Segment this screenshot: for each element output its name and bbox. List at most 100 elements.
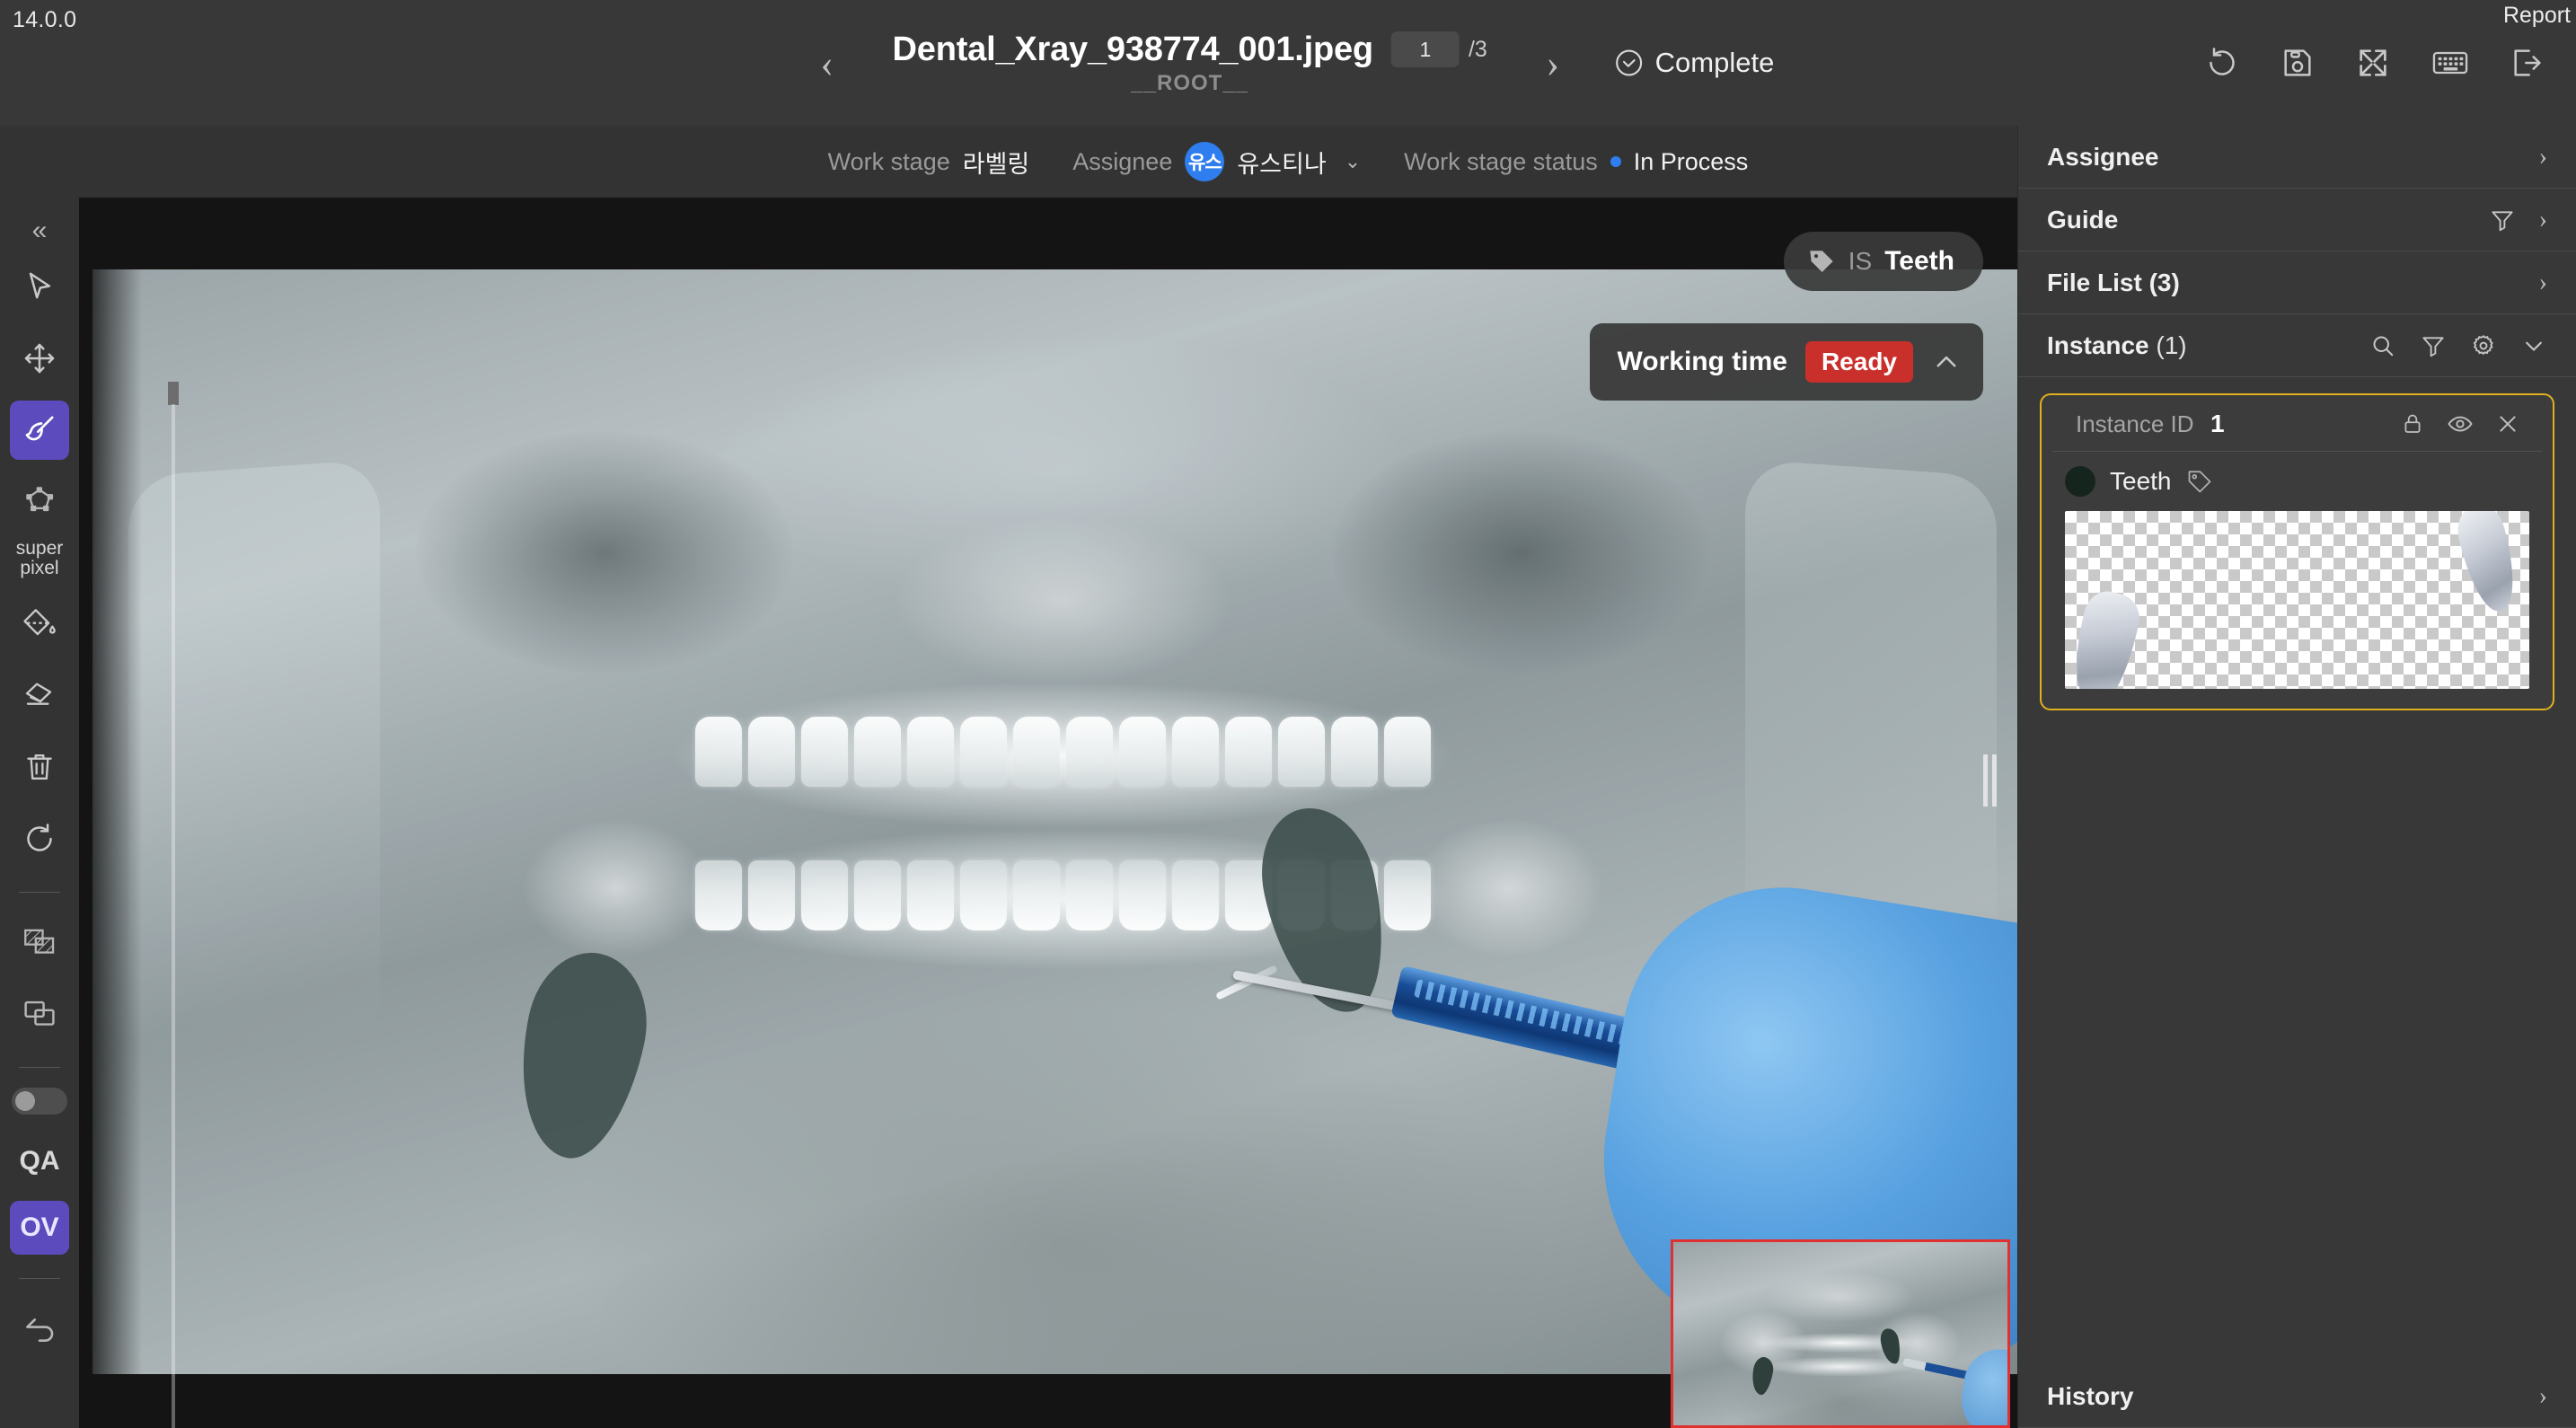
assignee-group[interactable]: Assignee 유스 유스티나 ⌄ xyxy=(1072,142,1361,181)
minimap[interactable] xyxy=(1671,1239,2010,1428)
sidebar-section-guide-icons: › xyxy=(2489,206,2547,234)
working-time-badge[interactable]: Ready xyxy=(1804,341,1913,383)
sidebar-section-history-icons: › xyxy=(2539,1382,2547,1411)
sidebar-section-assignee-icons: › xyxy=(2539,143,2547,172)
check-circle-icon xyxy=(1614,48,1645,78)
guide-line[interactable] xyxy=(172,404,175,1428)
qa-mode-button[interactable]: QA xyxy=(10,1134,69,1188)
ov-mode-button[interactable]: OV xyxy=(10,1200,69,1255)
header-center: ‹ Dental_Xray_938774_001.jpeg 1 /3 __ROO… xyxy=(802,0,1775,126)
lock-icon[interactable] xyxy=(2400,411,2425,436)
instance-class-row: Teeth xyxy=(2042,452,2553,509)
toolbar-divider-3 xyxy=(19,1277,60,1279)
collapse-toolbar-button[interactable]: « xyxy=(10,210,69,251)
working-time-widget[interactable]: Working time Ready xyxy=(1590,323,1983,401)
filter-icon[interactable] xyxy=(2420,332,2447,359)
tag-icon xyxy=(1807,247,1836,276)
class-pill-name: Teeth xyxy=(1884,246,1954,276)
work-stage-label: Work stage xyxy=(827,147,950,175)
mask-overlay-tool-button[interactable] xyxy=(10,912,69,972)
chevron-right-icon[interactable]: › xyxy=(2539,1382,2547,1411)
sidebar-section-guide-label: Guide xyxy=(2047,205,2119,234)
avatar: 유스 xyxy=(1185,142,1225,181)
search-icon[interactable] xyxy=(2369,332,2396,359)
assignee-name: 유스티나 xyxy=(1237,150,1327,178)
image-canvas[interactable]: IS Teeth Working time Ready xyxy=(79,198,2017,1428)
fill-tool-button[interactable] xyxy=(10,594,69,653)
sidebar-section-instance-icons xyxy=(2369,332,2547,359)
superpixel-tool-button[interactable] xyxy=(10,472,69,532)
move-tool-button[interactable] xyxy=(10,329,69,388)
superpixel-label-line1: super xyxy=(15,538,64,559)
instance-id-block: Instance ID 1 xyxy=(2076,410,2225,438)
sidebar-section-history[interactable]: History › xyxy=(2018,1365,2576,1428)
canvas-resize-handle[interactable] xyxy=(1983,754,2003,807)
fullscreen-icon[interactable] xyxy=(2355,45,2391,81)
instance-card-header: Instance ID 1 xyxy=(2052,395,2542,452)
class-pill[interactable]: IS Teeth xyxy=(1783,232,1983,291)
instance-card[interactable]: Instance ID 1 Teeth xyxy=(2040,393,2554,710)
superpixel-tool-label[interactable]: super pixel xyxy=(15,538,64,579)
sidebar-section-file-list[interactable]: File List (3) › xyxy=(2018,251,2576,314)
sidebar-section-assignee[interactable]: Assignee › xyxy=(2018,126,2576,189)
visibility-toggle[interactable] xyxy=(12,1087,67,1115)
tag-icon[interactable] xyxy=(2186,468,2213,495)
delete-tool-button[interactable] xyxy=(10,737,69,797)
minimap-arch xyxy=(1673,1242,2007,1425)
brush-tool-button[interactable] xyxy=(10,401,69,460)
work-stage-inner: Work stage 라벨링 Assignee 유스 유스티나 ⌄ Work s… xyxy=(827,142,1748,181)
chevron-down-icon[interactable]: ⌄ xyxy=(1345,150,1361,173)
select-tool-button[interactable] xyxy=(10,257,69,316)
work-stage-status-label: Work stage status xyxy=(1404,147,1598,175)
top-header: 14.0.0 Report ‹ Dental_Xray_938774_001.j… xyxy=(0,0,2576,126)
chevron-right-icon[interactable]: › xyxy=(2539,143,2547,172)
save-icon[interactable] xyxy=(2280,45,2316,81)
instance-list: Instance ID 1 Teeth xyxy=(2018,377,2576,1365)
sidebar-section-guide[interactable]: Guide › xyxy=(2018,189,2576,251)
toolbar-divider-2 xyxy=(19,1066,60,1068)
page-number-input[interactable]: 1 xyxy=(1390,31,1460,67)
chevron-down-icon[interactable] xyxy=(2520,332,2547,359)
reset-icon[interactable] xyxy=(2204,45,2240,81)
chevron-up-icon[interactable] xyxy=(1931,347,1962,377)
file-title-block: Dental_Xray_938774_001.jpeg 1 /3 __ROOT_… xyxy=(876,31,1504,96)
toolbar-divider-1 xyxy=(19,891,60,893)
keyboard-shortcuts-icon[interactable] xyxy=(2430,45,2470,81)
xray-image xyxy=(93,269,2017,1381)
eye-icon[interactable] xyxy=(2447,410,2474,437)
chevron-right-icon[interactable]: › xyxy=(2539,206,2547,234)
sidebar-section-assignee-label: Assignee xyxy=(2047,142,2159,171)
prev-file-button[interactable]: ‹ xyxy=(802,38,852,88)
instance-thumbnail[interactable] xyxy=(2065,511,2529,689)
xray-upper-teeth xyxy=(93,717,2017,788)
complete-status-button[interactable]: Complete xyxy=(1614,47,1775,79)
toggle-knob xyxy=(15,1090,35,1111)
close-icon[interactable] xyxy=(2495,411,2520,436)
assignee-label: Assignee xyxy=(1072,147,1173,175)
work-stage-status-group: Work stage status In Process xyxy=(1404,148,1748,176)
breadcrumb: __ROOT__ xyxy=(1131,70,1249,95)
annotation-app: 14.0.0 Report ‹ Dental_Xray_938774_001.j… xyxy=(0,0,2576,1428)
thumbnail-tooth-right xyxy=(2452,511,2524,616)
eraser-tool-button[interactable] xyxy=(10,666,69,725)
sidebar-section-instance[interactable]: Instance (1) xyxy=(2018,314,2576,377)
gear-icon[interactable] xyxy=(2470,332,2497,359)
undo-tool-button[interactable] xyxy=(10,809,69,868)
right-sidebar: Assignee › Guide › File List (3) › Insta… xyxy=(2017,126,2576,1428)
chevron-right-icon[interactable]: › xyxy=(2539,269,2547,297)
exit-icon[interactable] xyxy=(2510,45,2545,81)
back-arrow-icon[interactable] xyxy=(10,1299,69,1358)
filter-icon[interactable] xyxy=(2489,207,2516,234)
layers-tool-button[interactable] xyxy=(10,984,69,1044)
guide-line-handle[interactable] xyxy=(168,382,179,405)
next-file-button[interactable]: › xyxy=(1528,38,1578,88)
complete-status-label: Complete xyxy=(1654,47,1775,78)
sidebar-section-history-label: History xyxy=(2047,1381,2134,1410)
sidebar-section-instance-label: Instance (1) xyxy=(2047,331,2187,360)
canvas-left-fade xyxy=(79,198,142,1428)
work-stage-value: 라벨링 xyxy=(962,150,1030,178)
superpixel-label-line2: pixel xyxy=(20,558,59,579)
left-toolbar: « super pixel QA OV xyxy=(0,198,79,1428)
file-title-row: Dental_Xray_938774_001.jpeg 1 /3 xyxy=(893,31,1487,69)
app-version: 14.0.0 xyxy=(13,7,77,32)
